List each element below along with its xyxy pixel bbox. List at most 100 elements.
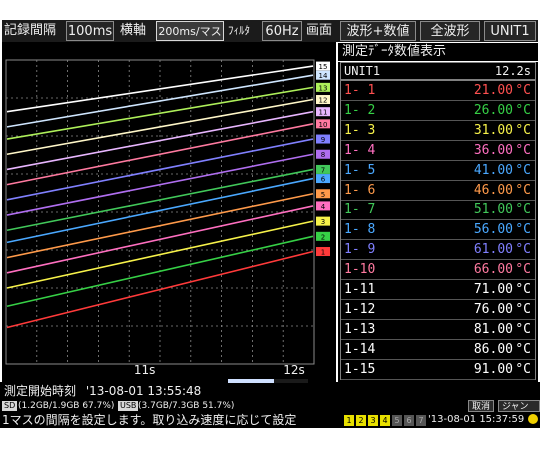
channel-value: 66.00	[473, 262, 513, 278]
channel-id: 1- 9	[344, 242, 376, 258]
channel-value: 91.00	[473, 361, 513, 377]
rec-interval-label: 記録間隔	[4, 23, 57, 38]
channel-id: 1- 6	[344, 182, 376, 198]
elapsed-time: 12.2s	[494, 64, 531, 78]
channel-unit: °C	[515, 341, 531, 357]
battery-icon	[528, 414, 538, 424]
channel-row[interactable]: 1-13 81.00 °C	[341, 320, 535, 340]
channel-marker-13: 13	[316, 82, 330, 92]
filter-label: ﾌｨﾙﾀ	[228, 24, 250, 37]
svg-text:12: 12	[319, 97, 328, 105]
channel-unit: °C	[515, 242, 531, 258]
channel-value: 56.00	[473, 222, 513, 238]
channel-id: 1- 2	[344, 102, 376, 118]
channel-marker-12: 12	[316, 95, 330, 105]
svg-text:4: 4	[321, 203, 326, 211]
svg-text:5: 5	[321, 191, 325, 199]
panel-title: 測定ﾃﾞｰﾀ数値表示	[338, 43, 538, 61]
time-scroll-thumb[interactable]	[228, 379, 274, 383]
channel-row[interactable]: 1- 4 36.00 °C	[341, 141, 535, 161]
channel-indicator: 7	[416, 415, 426, 426]
channel-row[interactable]: 1-10 66.00 °C	[341, 260, 535, 281]
x-tick-label: 11s	[134, 363, 156, 377]
channel-unit: °C	[515, 162, 531, 178]
waveform-select-button[interactable]: 全波形	[420, 21, 480, 41]
jump-button[interactable]: ジャンプ	[498, 400, 540, 424]
horizontal-axis-button[interactable]: 200ms/マス	[156, 21, 224, 41]
channel-marker-9: 9	[316, 134, 330, 144]
channel-marker-10: 10	[316, 119, 330, 129]
channel-marker-4: 4	[316, 201, 330, 211]
channel-unit: °C	[515, 102, 531, 118]
svg-text:1: 1	[321, 249, 325, 257]
cancel-button[interactable]: 取消	[468, 400, 495, 412]
numeric-panel: UNIT1 12.2s 1- 1 21.00 °C 1- 2 26.00 °C 1- 3 31…	[338, 62, 538, 382]
unit-name: UNIT1	[344, 64, 381, 78]
storage-bar: SD (1.2GB/1.9GB 67.7%) USB (3.7GB/7.3GB …	[0, 400, 540, 424]
top-toolbar: 記録間隔 100ms 横軸 200ms/マス ﾌｨﾙﾀ 60Hz 画面 波形+数…	[2, 20, 538, 42]
channel-row[interactable]: 1- 1 21.00 °C	[341, 81, 535, 101]
sd-badge: SD	[2, 401, 18, 411]
svg-text:3: 3	[321, 218, 325, 226]
channel-unit: °C	[515, 361, 531, 377]
channel-indicator: 4	[380, 415, 390, 426]
channel-row[interactable]: 1-15 91.00 °C	[341, 360, 535, 380]
channel-value: 86.00	[473, 341, 513, 357]
waveform-graph[interactable]: 15 14 13 12 11 10 9 8 7 6 5 4 3 2 1 11s 12s	[4, 58, 330, 406]
channel-value-table: 1- 1 21.00 °C 1- 2 26.00 °C 1- 3 31.00 °C 1- 4 36.…	[340, 80, 536, 380]
waveform-chart: 1514 13 12 11 10 9 8 7 6 5 4 3 2 1 11s 12s	[5, 59, 330, 377]
channel-id: 1- 4	[344, 142, 376, 158]
channel-id: 1-13	[344, 321, 376, 337]
channel-unit: °C	[515, 222, 531, 238]
channel-row[interactable]: 1-11 71.00 °C	[341, 280, 535, 300]
filter-button[interactable]: 60Hz	[262, 21, 302, 41]
svg-text:7: 7	[321, 166, 325, 174]
channel-value: 46.00	[473, 182, 513, 198]
channel-value: 81.00	[473, 321, 513, 337]
channel-unit: °C	[515, 262, 531, 278]
svg-text:15: 15	[319, 63, 328, 71]
svg-text:11: 11	[319, 109, 328, 117]
channel-row[interactable]: 1- 7 51.00 °C	[341, 200, 535, 221]
screen-label: 画面	[306, 23, 333, 38]
svg-text:8: 8	[321, 151, 325, 159]
series-line-ch15	[6, 65, 314, 113]
series-line-ch5	[6, 192, 314, 259]
channel-row[interactable]: 1- 3 31.00 °C	[341, 121, 535, 141]
svg-text:2: 2	[321, 233, 325, 241]
panel-header: UNIT1 12.2s	[340, 62, 536, 80]
channel-value: 71.00	[473, 282, 513, 297]
channel-id: 1- 7	[344, 202, 376, 218]
usb-capacity: (3.7GB/7.3GB 51.7%)	[138, 401, 235, 411]
channel-row[interactable]: 1- 5 41.00 °C	[341, 161, 535, 181]
channel-marker-7: 7	[316, 164, 330, 174]
channel-unit: °C	[515, 321, 531, 337]
svg-text:14: 14	[319, 72, 328, 80]
channel-unit: °C	[515, 122, 531, 138]
channel-unit: °C	[515, 202, 531, 218]
channel-id: 1- 3	[344, 122, 376, 138]
channel-row[interactable]: 1-14 86.00 °C	[341, 340, 535, 360]
channel-row[interactable]: 1- 2 26.00 °C	[341, 101, 535, 121]
unit-select-button[interactable]: UNIT1	[484, 21, 536, 41]
screen-mode-button[interactable]: 波形+数値	[340, 21, 416, 41]
logger-screen: 記録間隔 100ms 横軸 200ms/マス ﾌｨﾙﾀ 60Hz 画面 波形+数…	[0, 0, 540, 450]
channel-marker-8: 8	[316, 149, 330, 159]
series-line-ch6	[6, 177, 314, 244]
channel-indicator: 5	[392, 415, 402, 426]
channel-value: 51.00	[473, 202, 513, 218]
waveform-graph-area[interactable]: 15 14 13 12 11 10 9 8 7 6 5 4 3 2 1 11s 12s	[2, 42, 336, 382]
channel-row[interactable]: 1- 9 61.00 °C	[341, 240, 535, 261]
channel-unit: °C	[515, 301, 531, 317]
x-tick-label: 12s	[283, 363, 305, 377]
horizontal-axis-label: 横軸	[120, 23, 147, 38]
channel-id: 1- 1	[344, 83, 376, 98]
channel-row[interactable]: 1-12 76.00 °C	[341, 300, 535, 320]
help-text: 1マスの間隔を設定します。取り込み速度に応じて設定	[2, 413, 297, 427]
usb-badge: USB	[118, 401, 139, 411]
channel-row[interactable]: 1- 8 56.00 °C	[341, 220, 535, 241]
rec-interval-button[interactable]: 100ms	[66, 21, 114, 41]
channel-id: 1- 8	[344, 222, 376, 238]
sd-capacity: (1.2GB/1.9GB 67.7%)	[18, 401, 115, 411]
channel-row[interactable]: 1- 6 46.00 °C	[341, 181, 535, 201]
